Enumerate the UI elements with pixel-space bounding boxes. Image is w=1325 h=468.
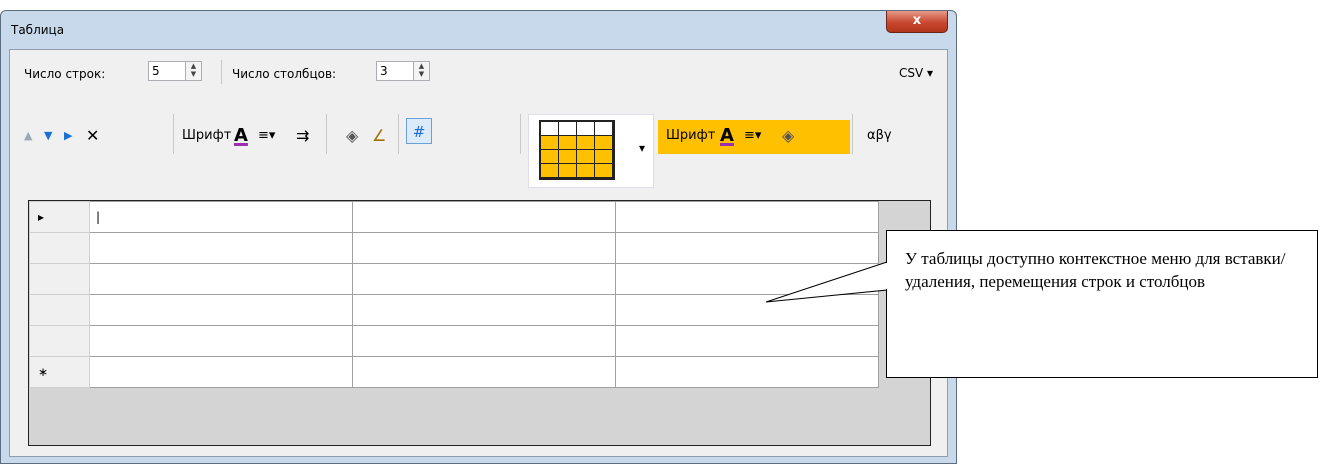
callout-text: У таблицы доступно контекстное меню для … <box>905 249 1286 291</box>
annotation-callout: У таблицы доступно контекстное меню для … <box>886 230 1318 378</box>
